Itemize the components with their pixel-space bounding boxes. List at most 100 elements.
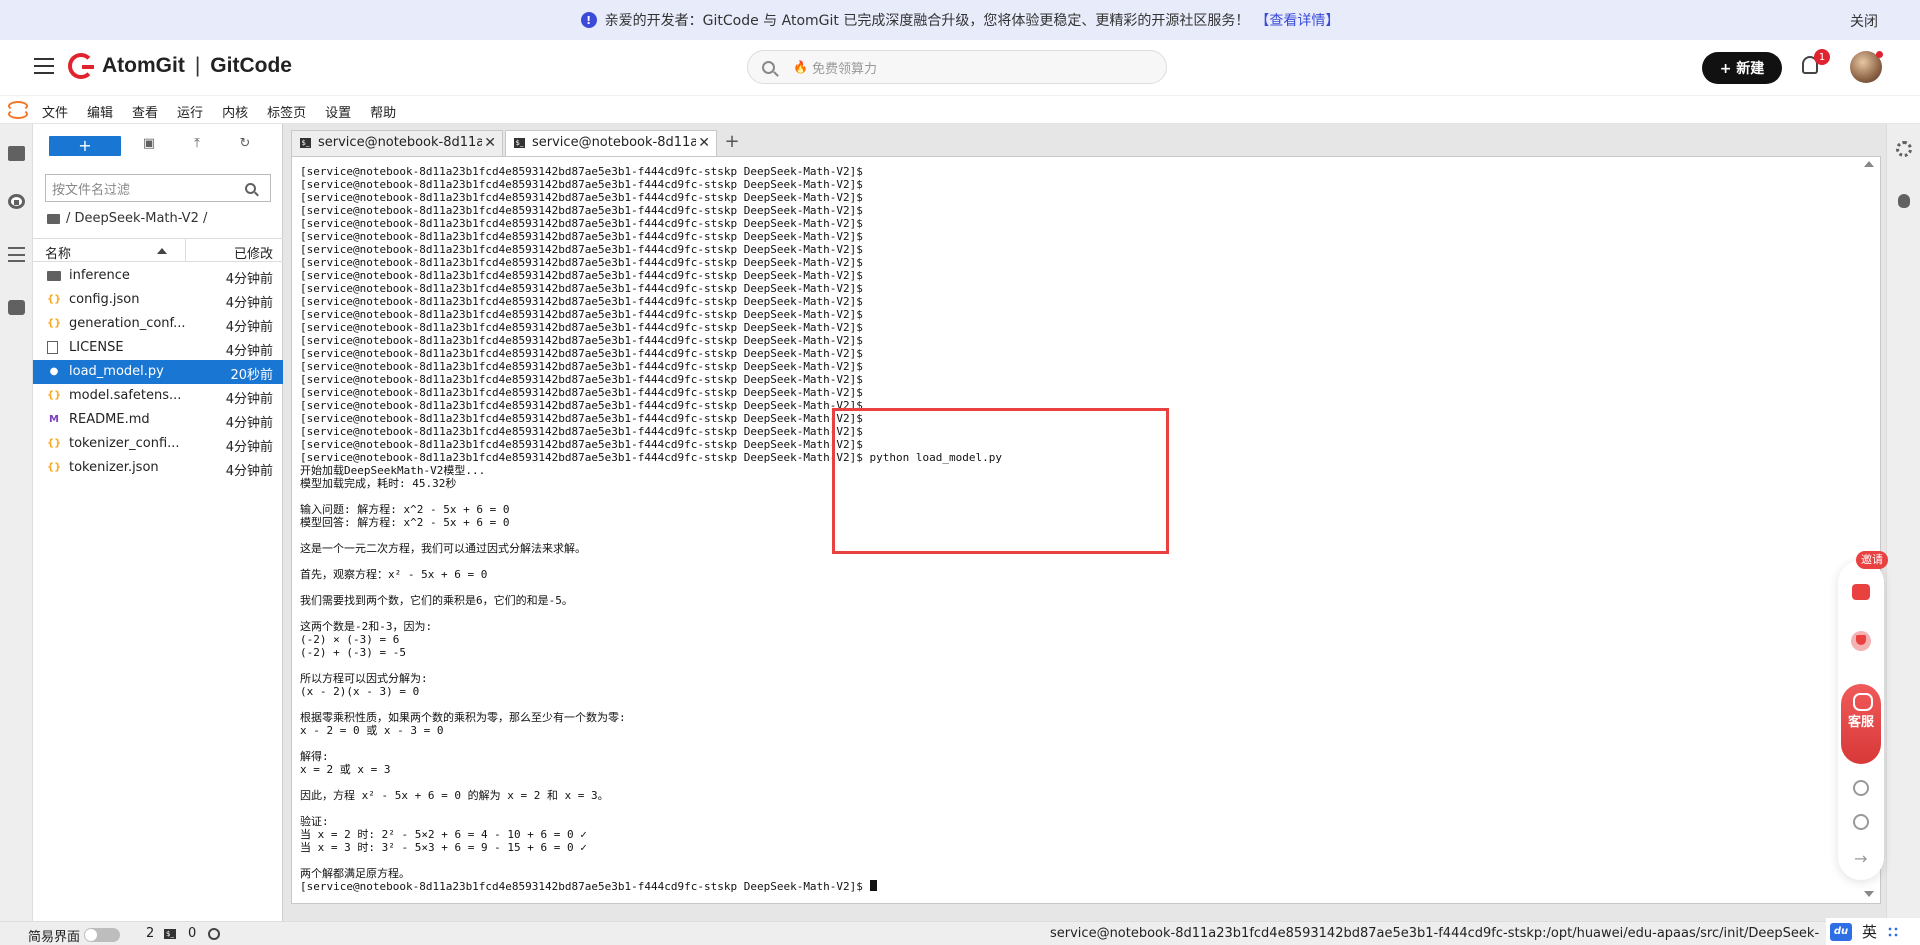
jupyter-logo-icon: [8, 101, 28, 119]
jupyter-menubar: 文件 编辑 查看 运行 内核 标签页 设置 帮助: [0, 96, 1920, 124]
new-button[interactable]: + 新建: [1702, 52, 1782, 84]
tab-close-icon[interactable]: ✕: [484, 131, 496, 155]
refresh-icon[interactable]: ↻: [237, 137, 253, 151]
folder-file-icon: [47, 271, 61, 281]
file-list-item[interactable]: ● load_model.py 20秒前: [33, 360, 283, 384]
running-kernels-icon[interactable]: [8, 194, 25, 209]
folder-icon[interactable]: [8, 146, 25, 161]
menu-item[interactable]: 文件: [42, 102, 68, 121]
terminal-line: [service@notebook-8d11a23b1fcd4e8593142b…: [300, 295, 863, 308]
search-icon: [245, 183, 256, 194]
py-file-icon: ●: [49, 366, 59, 377]
announcement-close-button[interactable]: 关闭: [1850, 11, 1878, 31]
terminal-line: [service@notebook-8d11a23b1fcd4e8593142b…: [300, 269, 863, 282]
search-placeholder: 免费领算力: [811, 61, 877, 77]
announcement-bar: ! 亲爱的开发者：GitCode 与 AtomGit 已完成深度融合升级，您将体…: [0, 0, 1920, 40]
terminal-line: [service@notebook-8d11a23b1fcd4e8593142b…: [300, 282, 863, 295]
menu-item[interactable]: 运行: [177, 102, 203, 121]
menu-item[interactable]: 帮助: [370, 102, 396, 121]
site-logo[interactable]: AtomGit | GitCode: [68, 53, 292, 79]
ime-indicator[interactable]: du 英: [1826, 918, 1920, 945]
file-list-item[interactable]: {} config.json 4分钟前: [33, 288, 283, 312]
trophy-icon[interactable]: [1851, 631, 1871, 651]
info-icon: !: [580, 12, 597, 28]
file-modified-time: 4分钟前: [225, 464, 273, 479]
file-list-header: 名称 已修改: [33, 238, 283, 262]
menu-item[interactable]: 设置: [325, 102, 351, 121]
file-name: load_model.py: [69, 364, 164, 379]
terminal-icon: $_: [514, 138, 525, 148]
scroll-down-icon[interactable]: [1864, 891, 1874, 897]
terminal-line: [service@notebook-8d11a23b1fcd4e8593142b…: [300, 880, 1002, 893]
file-list-item[interactable]: {} tokenizer.json 4分钟前: [33, 456, 283, 480]
add-tab-button[interactable]: +: [719, 130, 745, 156]
menu-item[interactable]: 查看: [132, 102, 158, 121]
smile-icon[interactable]: [1853, 814, 1869, 830]
file-browser-toolbar: + ▣ ⤒ ↻: [33, 124, 283, 166]
file-list-item[interactable]: {} generation_conf... 4分钟前: [33, 312, 283, 336]
json-file-icon: {}: [47, 462, 62, 473]
breadcrumb[interactable]: / DeepSeek-Math-V2 /: [47, 211, 207, 226]
gear-icon[interactable]: [1896, 141, 1912, 157]
column-header-modified[interactable]: 已修改: [234, 243, 273, 262]
file-list-item[interactable]: {} model.safetens... 4分钟前: [33, 384, 283, 408]
debugger-icon[interactable]: [1898, 194, 1910, 208]
baidu-ime-icon: du: [1830, 922, 1852, 941]
terminal-cursor: [869, 880, 877, 891]
filter-placeholder: 按文件名过滤: [52, 182, 131, 198]
upload-icon[interactable]: ⤒: [189, 137, 205, 151]
customer-service-button[interactable]: 客服: [1841, 684, 1881, 764]
file-list-item[interactable]: {} tokenizer_confi... 4分钟前: [33, 432, 283, 456]
terminal-line: [service@notebook-8d11a23b1fcd4e8593142b…: [300, 256, 863, 269]
globe-icon[interactable]: [208, 928, 220, 940]
new-launcher-button[interactable]: +: [49, 136, 121, 156]
json-file-icon: {}: [47, 438, 62, 449]
file-list-item[interactable]: M README.md 4分钟前: [33, 408, 283, 432]
file-modified-time: 4分钟前: [225, 416, 273, 431]
search-input[interactable]: 🔥 免费领算力: [747, 50, 1167, 84]
annotation-highlight-box: [832, 408, 1169, 554]
filter-input[interactable]: 按文件名过滤: [45, 174, 271, 202]
terminal-line: [service@notebook-8d11a23b1fcd4e8593142b…: [300, 347, 863, 360]
kernel-count[interactable]: 2: [146, 926, 154, 941]
tab-close-icon[interactable]: ✕: [698, 131, 710, 155]
extensions-icon[interactable]: [8, 300, 25, 315]
simple-mode-toggle[interactable]: [84, 928, 120, 942]
terminal-line: 因此，方程 x² - 5x + 6 = 0 的解为 x = 2 和 x = 3。: [300, 789, 609, 802]
file-list-item[interactable]: inference 4分钟前: [33, 264, 283, 288]
terminal-count[interactable]: 0: [188, 926, 196, 941]
terminal-line: 这两个数是-2和-3，因为:: [300, 620, 433, 633]
terminal-line: [service@notebook-8d11a23b1fcd4e8593142b…: [300, 373, 863, 386]
invite-badge[interactable]: 邀请: [1856, 551, 1888, 569]
table-of-contents-icon[interactable]: [8, 247, 25, 262]
hamburger-menu-icon[interactable]: [34, 58, 54, 74]
tab-terminal-1[interactable]: $_ service@notebook-8d11a23b1fcd4e ✕: [291, 130, 503, 156]
tab-terminal-2[interactable]: $_ service@notebook-8d11a23b1fcd4e ✕: [505, 130, 717, 157]
file-name: config.json: [69, 292, 140, 307]
file-list-item[interactable]: LICENSE 4分钟前: [33, 336, 283, 360]
terminal-line: [service@notebook-8d11a23b1fcd4e8593142b…: [300, 191, 863, 204]
file-name: generation_conf...: [69, 316, 186, 331]
file-modified-time: 4分钟前: [225, 440, 273, 455]
collapse-arrow-icon[interactable]: →: [1854, 849, 1867, 868]
scroll-up-icon[interactable]: [1864, 161, 1874, 167]
menu-item[interactable]: 内核: [222, 102, 248, 121]
atomgit-logo-icon: [68, 53, 94, 79]
announcement-details-link[interactable]: 【查看详情】: [1255, 10, 1339, 30]
terminal-line: [service@notebook-8d11a23b1fcd4e8593142b…: [300, 386, 863, 399]
left-activity-bar: [0, 124, 33, 921]
file-name: model.safetens...: [69, 388, 182, 403]
new-folder-icon[interactable]: ▣: [141, 137, 157, 151]
site-header: AtomGit | GitCode 🔥 免费领算力 + 新建 1: [0, 40, 1920, 96]
terminal-line: 当 x = 2 时: 2² - 5×2 + 6 = 4 - 10 + 6 = 0…: [300, 828, 587, 841]
ime-menu-icon: [1887, 925, 1900, 938]
terminal-line: [service@notebook-8d11a23b1fcd4e8593142b…: [300, 334, 863, 347]
gift-icon[interactable]: [1852, 584, 1870, 600]
column-header-name[interactable]: 名称: [45, 243, 71, 262]
folder-icon: [47, 213, 60, 224]
menu-item[interactable]: 编辑: [87, 102, 113, 121]
menu-item[interactable]: 标签页: [267, 102, 306, 121]
brand-gitcode: GitCode: [210, 54, 292, 77]
feedback-icon[interactable]: [1853, 780, 1869, 796]
